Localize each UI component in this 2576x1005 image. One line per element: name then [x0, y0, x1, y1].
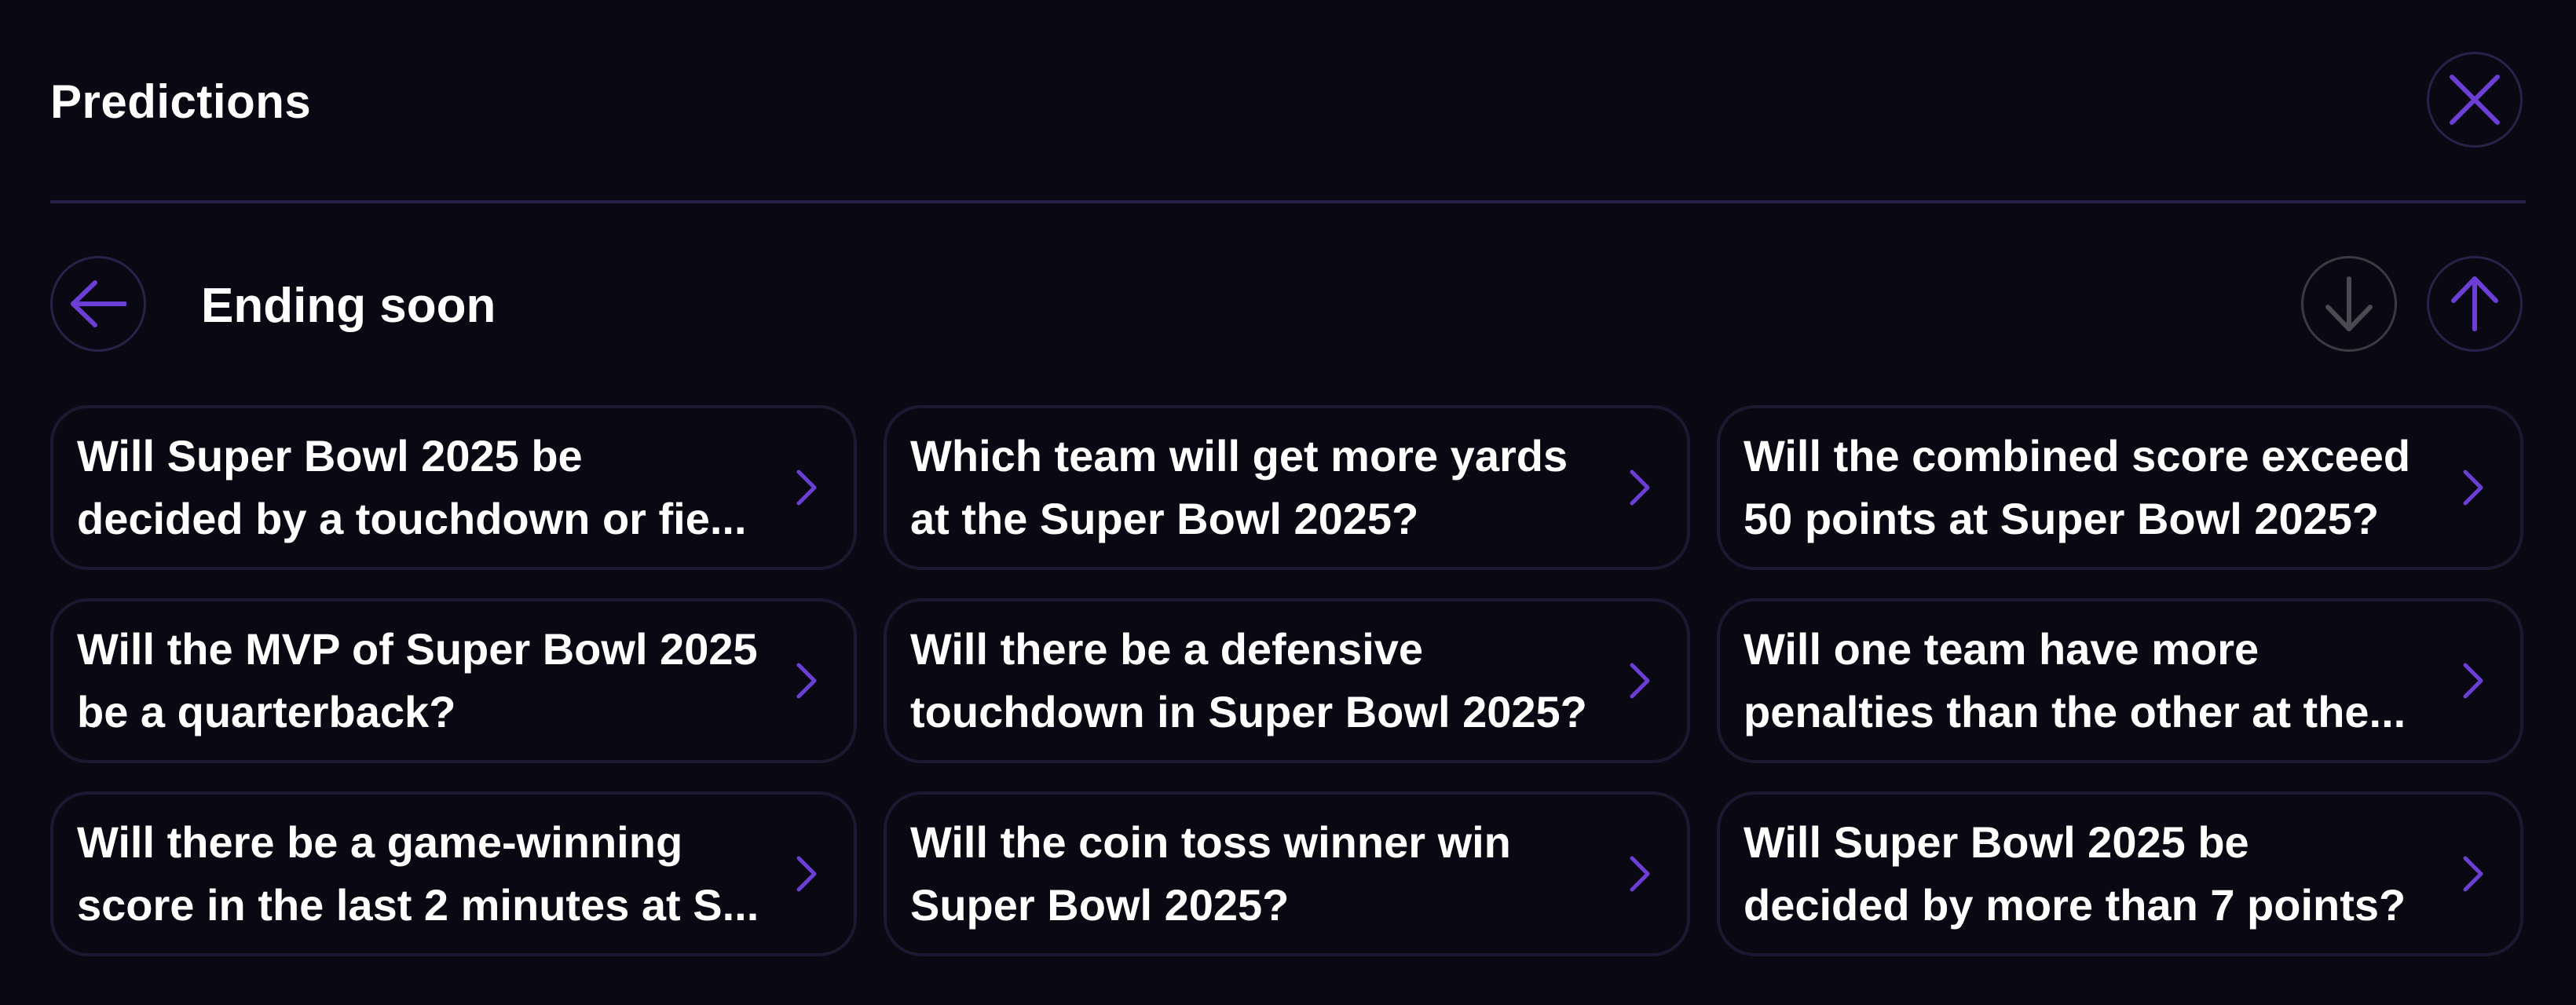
prediction-card[interactable]: Will one team have more penalties than t… [1717, 598, 2523, 763]
section-header: Ending soon [50, 256, 2526, 358]
close-icon [2450, 75, 2500, 125]
header: Predictions [50, 0, 2526, 201]
arrow-left-icon [71, 280, 126, 327]
prediction-card[interactable]: Will the MVP of Super Bowl 2025 be a qua… [50, 598, 857, 763]
prediction-question: Will the coin toss winner win Super Bowl… [910, 817, 1511, 930]
prediction-card[interactable]: Will Super Bowl 2025 be decided by a tou… [50, 405, 857, 570]
section-title: Ending soon [201, 279, 496, 333]
chevron-right-icon [791, 464, 822, 511]
scroll-up-button[interactable] [2427, 256, 2523, 352]
chevron-right-icon [791, 657, 822, 704]
prediction-card[interactable]: Will Super Bowl 2025 be decided by more … [1717, 791, 2523, 956]
prediction-question: Will there be a game-winning score in th… [77, 817, 759, 930]
prediction-question: Will the combined score exceed 50 points… [1744, 431, 2411, 543]
arrow-up-icon [2451, 276, 2498, 331]
prediction-question: Will there be a defensive touchdown in S… [910, 624, 1587, 736]
chevron-right-icon [2457, 464, 2489, 511]
chevron-right-icon [1624, 657, 1656, 704]
prediction-question: Will Super Bowl 2025 be decided by more … [1744, 817, 2406, 930]
chevron-right-icon [2457, 657, 2489, 704]
prediction-question: Will the MVP of Super Bowl 2025 be a qua… [77, 624, 758, 736]
prediction-question: Which team will get more yards at the Su… [910, 431, 1568, 543]
arrow-down-icon [2325, 276, 2373, 331]
prediction-card[interactable]: Will there be a game-winning score in th… [50, 791, 857, 956]
page-title: Predictions [50, 75, 312, 128]
prediction-question: Will one team have more penalties than t… [1744, 624, 2406, 736]
prediction-grid: Will Super Bowl 2025 be decided by a tou… [50, 405, 2526, 956]
chevron-right-icon [2457, 850, 2489, 897]
scroll-down-button[interactable] [2301, 256, 2397, 352]
prediction-card[interactable]: Will the combined score exceed 50 points… [1717, 405, 2523, 570]
prediction-question: Will Super Bowl 2025 be decided by a tou… [77, 431, 747, 543]
chevron-right-icon [791, 850, 822, 897]
close-button[interactable] [2427, 52, 2523, 148]
header-divider [50, 200, 2526, 203]
chevron-right-icon [1624, 850, 1656, 897]
prediction-card[interactable]: Will there be a defensive touchdown in S… [884, 598, 1690, 763]
prediction-card[interactable]: Which team will get more yards at the Su… [884, 405, 1690, 570]
back-button[interactable] [50, 256, 146, 352]
chevron-right-icon [1624, 464, 1656, 511]
prediction-card[interactable]: Will the coin toss winner win Super Bowl… [884, 791, 1690, 956]
